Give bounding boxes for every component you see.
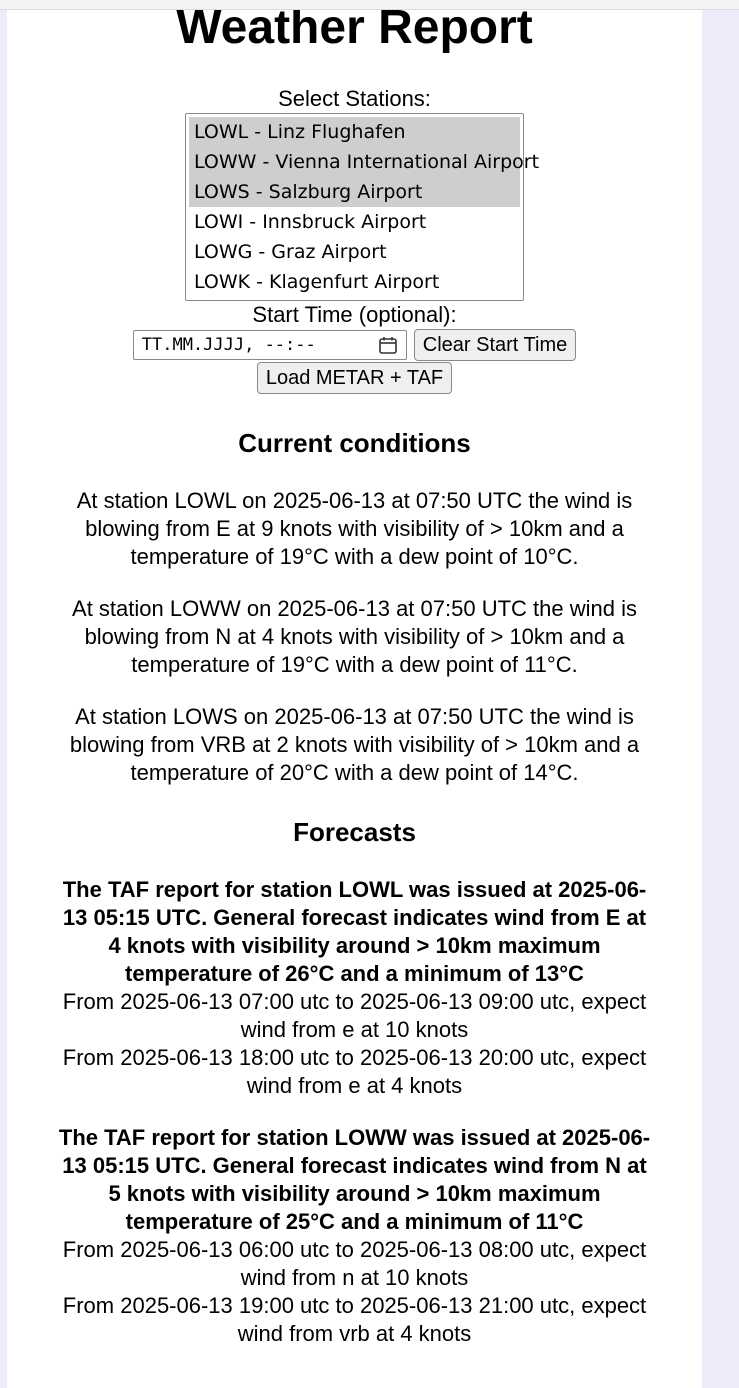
browser-top-bar — [0, 0, 739, 10]
station-option[interactable]: LOWI - Innsbruck Airport — [189, 207, 520, 237]
taf-report: The TAF report for station LOWL was issu… — [55, 876, 655, 1100]
station-option[interactable]: LOWS - Salzburg Airport — [189, 177, 520, 207]
start-time-input[interactable]: TT.MM.JJJJ, --:-- — [132, 330, 407, 360]
taf-period: From 2025-06-13 19:00 utc to 2025-06-13 … — [62, 1293, 647, 1346]
station-option[interactable]: LOWW - Vienna International Airport — [189, 147, 539, 177]
observation-text: At station LOWW on 2025-06-13 at 07:50 U… — [72, 596, 637, 677]
taf-period: From 2025-06-13 06:00 utc to 2025-06-13 … — [62, 1237, 647, 1290]
taf-report: The TAF report for station LOWW was issu… — [55, 1124, 655, 1348]
taf-period: From 2025-06-13 18:00 utc to 2025-06-13 … — [62, 1045, 647, 1098]
station-option[interactable]: LOWK - Klagenfurt Airport — [189, 267, 520, 297]
page-title: Weather Report — [176, 10, 533, 54]
report-panel: Weather Report Select Stations: LOWL - L… — [7, 10, 702, 1388]
current-conditions-heading: Current conditions — [238, 428, 471, 458]
station-option[interactable]: LOWG - Graz Airport — [189, 237, 520, 267]
observations-list: At station LOWL on 2025-06-13 at 07:50 U… — [55, 487, 655, 787]
calendar-icon[interactable] — [378, 335, 398, 355]
station-select[interactable]: LOWL - Linz Flughafen LOWW - Vienna Inter… — [185, 113, 539, 301]
station-option[interactable]: LOWL - Linz Flughafen — [189, 117, 520, 147]
observation-text: At station LOWS on 2025-06-13 at 07:50 U… — [69, 704, 640, 785]
clear-start-time-button[interactable]: Clear Start Time — [413, 329, 577, 361]
taf-period: From 2025-06-13 07:00 utc to 2025-06-13 … — [62, 989, 647, 1042]
start-time-controls: TT.MM.JJJJ, --:-- Clear Start Time — [55, 329, 655, 361]
stations-label: Select Stations: — [278, 86, 431, 111]
observation-text: At station LOWL on 2025-06-13 at 07:50 U… — [76, 488, 633, 569]
start-time-label: Start Time (optional): — [252, 302, 457, 327]
forecasts-list: The TAF report for station LOWL was issu… — [55, 876, 655, 1348]
taf-summary: The TAF report for station LOWL was issu… — [62, 877, 647, 986]
load-metar-taf-button[interactable]: Load METAR + TAF — [256, 362, 453, 394]
taf-summary: The TAF report for station LOWW was issu… — [58, 1125, 651, 1234]
start-time-placeholder: TT.MM.JJJJ, --:-- — [141, 335, 316, 355]
forecasts-heading: Forecasts — [293, 817, 416, 847]
report-content: Weather Report Select Stations: LOWL - L… — [55, 10, 655, 1348]
